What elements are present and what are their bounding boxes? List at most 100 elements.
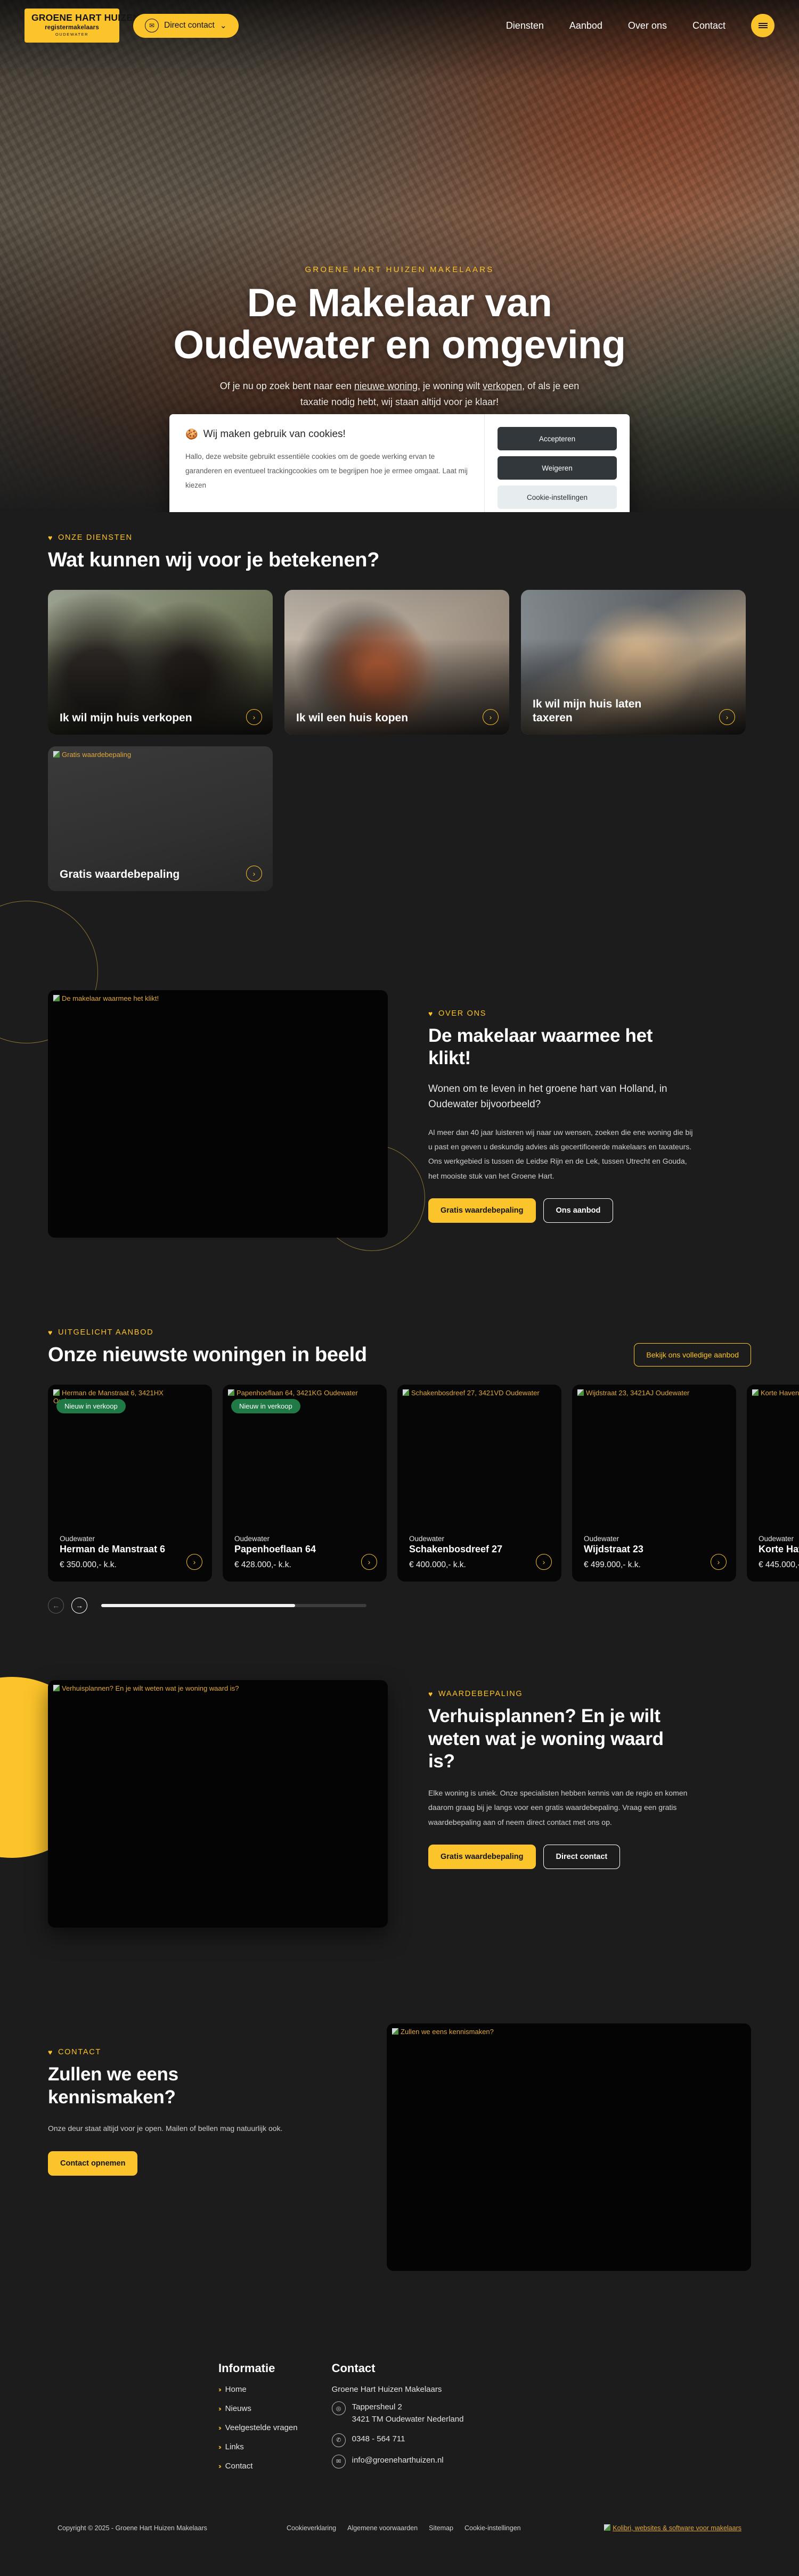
footer-email[interactable]: ✉ info@groeneharthuizen.nl [331,2454,561,2468]
listing-price: € 350.000,- k.k. [60,1560,117,1569]
listing-price: € 445.000,- k.k. [759,1560,799,1569]
footer-link-nieuws[interactable]: ›› Nieuws [218,2404,298,2413]
listing-info: Oudewater Korte Havenstraat 4 € 445.000,… [759,1535,799,1570]
footer-link-label: Nieuws [225,2404,251,2413]
listings-carousel[interactable]: Herman de Manstraat 6, 3421HX Oudewater … [48,1385,799,1582]
service-card-verkopen[interactable]: Ik wil mijn huis verkopen › [48,590,273,735]
valuation-waardebepaling-button[interactable]: Gratis waardebepaling [428,1844,536,1869]
footer-link-label: Home [225,2385,247,2394]
footer-link-contact[interactable]: ›› Contact [218,2462,298,2471]
footer-phone[interactable]: ✆ 0348 - 564 711 [331,2433,561,2447]
kolibri-credit-link[interactable]: Kolibri, websites & software voor makela… [604,2524,741,2532]
footer-link-home[interactable]: ›› Home [218,2385,298,2394]
about-eyebrow-label: OVER ONS [438,1009,487,1018]
contact-eyebrow: ♥ CONTACT [48,2048,346,2056]
service-card-taxeren[interactable]: Ik wil mijn huis laten taxeren › [521,590,746,735]
contact-opnemen-button[interactable]: Contact opnemen [48,2151,138,2176]
listing-street: Papenhoeflaan 64 [234,1544,316,1554]
hero-title-line-1: De Makelaar van [247,281,552,325]
logo[interactable]: GROENE HART HUIZEN registermakelaars OUD… [25,9,140,43]
hero-sub-part-a: Of je nu op zoek bent naar een [219,381,354,392]
service-card-footer: Gratis waardebepaling › [60,866,262,882]
listing-card[interactable]: Wijdstraat 23, 3421AJ Oudewater Oudewate… [572,1385,736,1582]
footer-link-veelgestelde-vragen[interactable]: ›› Veelgestelde vragen [218,2423,298,2432]
chevron-double-right-icon: ›› [218,2424,221,2432]
cookie-refuse-button[interactable]: Weigeren [498,456,617,480]
footer-columns: Informatie ›› Home ›› Nieuws ›› Veelgest… [48,2361,751,2481]
valuation-image-alt: Verhuisplannen? En je wilt weten wat je … [53,1684,239,1692]
carousel-prev-button[interactable]: ← [48,1598,64,1614]
footer-address: ◎ Tappersheul 2 3421 TM Oudewater Nederl… [331,2401,561,2426]
nav-item-contact[interactable]: Contact [692,20,725,31]
legal-link-sitemap[interactable]: Sitemap [429,2524,453,2532]
chevron-right-icon[interactable]: › [711,1554,727,1570]
carousel-progress-track[interactable] [101,1604,366,1607]
legal-link-cookie-instellingen[interactable]: Cookie-instellingen [464,2524,521,2532]
legal-link-cookieverklaring[interactable]: Cookieverklaring [287,2524,336,2532]
nav-item-aanbod[interactable]: Aanbod [569,20,602,31]
about-image-alt: De makelaar waarmee het klikt! [53,994,159,1002]
contact-section: ♥ CONTACT Zullen we eens kennismaken? On… [0,2023,799,2271]
listings-header: ♥ UITGELICHT AANBOD Onze nieuwste woning… [48,1328,751,1367]
cookie-accept-button[interactable]: Accepteren [498,427,617,450]
contact-buttons: Contact opnemen [48,2151,346,2176]
chevron-right-icon[interactable]: › [246,709,262,725]
valuation-text: ♥ WAARDEBEPALING Verhuisplannen? En je w… [428,1680,751,1869]
carousel-next-button[interactable]: → [71,1598,87,1614]
valuation-heading: Verhuisplannen? En je wilt weten wat je … [428,1706,664,1772]
listing-card[interactable]: Herman de Manstraat 6, 3421HX Oudewater … [48,1385,212,1582]
valuation-paragraph: Elke woning is uniek. Onze specialisten … [428,1789,688,1826]
about-waardebepaling-button[interactable]: Gratis waardebepaling [428,1198,536,1223]
footer-address-value: Tappersheul 2 3421 TM Oudewater Nederlan… [352,2401,464,2426]
envelope-icon: ✉ [331,2454,346,2468]
listing-info: Oudewater Papenhoeflaan 64 € 428.000,- k… [234,1535,377,1570]
legal-link-algemene-voorwaarden[interactable]: Algemene voorwaarden [347,2524,418,2532]
listing-price: € 499.000,- k.k. [584,1560,641,1569]
cookie-top: 🍪 Wij maken gebruik van cookies! Hallo, … [169,414,630,512]
chevron-right-icon[interactable]: › [186,1554,202,1570]
heart-icon: ♥ [48,2048,54,2056]
listing-street: Korte Havenstraat 4 [759,1544,799,1554]
listing-card[interactable]: Korte Havenstraat 4, 3421AM Oudewater Ou… [747,1385,799,1582]
service-card-footer: Ik wil een huis kopen › [296,709,499,725]
listing-info: Oudewater Wijdstraat 23 € 499.000,- k.k. [584,1535,727,1570]
about-aanbod-button[interactable]: Ons aanbod [543,1198,614,1223]
services-card-grid: Ik wil mijn huis verkopen › Ik wil een h… [48,590,751,891]
hero-eyebrow: GROENE HART HUIZEN MAKELAARS [305,265,494,274]
footer-link-links[interactable]: ›› Links [218,2442,298,2451]
chevron-right-icon[interactable]: › [719,709,735,725]
nav-item-diensten[interactable]: Diensten [506,20,544,31]
service-card-kopen[interactable]: Ik wil een huis kopen › [284,590,509,735]
cookie-text-area: 🍪 Wij maken gebruik van cookies! Hallo, … [169,414,485,512]
listing-card[interactable]: Schakenbosdreef 27, 3421VD Oudewater Oud… [397,1385,561,1582]
listing-image-alt: Schakenbosdreef 27, 3421VD Oudewater [403,1389,540,1397]
service-card-waardebepaling[interactable]: Gratis waardebepaling Gratis waardebepal… [48,746,273,891]
chevron-double-right-icon: ›› [218,2405,221,2413]
footer-contact-heading: Contact [331,2361,376,2375]
chevron-right-icon[interactable]: › [361,1554,377,1570]
services-eyebrow: ♥ ONZE DIENSTEN [48,533,751,542]
listing-image-alt: Korte Havenstraat 4, 3421AM Oudewater [752,1389,799,1397]
listing-city: Oudewater [409,1535,445,1543]
chevron-right-icon[interactable]: › [483,709,499,725]
cookie-settings-button[interactable]: Cookie-instellingen [498,485,617,509]
hamburger-menu-icon[interactable] [751,14,774,37]
chevron-right-icon[interactable]: › [246,866,262,882]
logo-line-2: registermakelaars [45,24,99,31]
services-eyebrow-label: ONZE DIENSTEN [58,533,133,542]
valuation-direct-contact-button[interactable]: Direct contact [543,1844,621,1869]
hero-sub-link-verkopen[interactable]: verkopen [483,381,522,391]
phone-icon: ✆ [331,2433,346,2447]
contact-image: Zullen we eens kennismaken? [387,2023,751,2271]
listing-card[interactable]: Papenhoeflaan 64, 3421KG Oudewater Nieuw… [223,1385,387,1582]
logo-line-1: GROENE HART HUIZEN [31,12,140,23]
valuation-eyebrow-label: WAARDEBEPALING [438,1690,523,1698]
contact-eyebrow-label: CONTACT [58,2048,101,2056]
legal-links: Cookieverklaring Algemene voorwaarden Si… [287,2524,521,2532]
direct-contact-button[interactable]: ✉ Direct contact ⌄ [133,13,239,38]
chevron-right-icon[interactable]: › [536,1554,552,1570]
hero-sub-link-woning[interactable]: nieuwe woning [354,381,418,391]
listing-city: Oudewater [234,1535,270,1543]
nav-item-over-ons[interactable]: Over ons [628,20,667,31]
view-all-listings-button[interactable]: Bekijk ons volledige aanbod [634,1343,751,1367]
